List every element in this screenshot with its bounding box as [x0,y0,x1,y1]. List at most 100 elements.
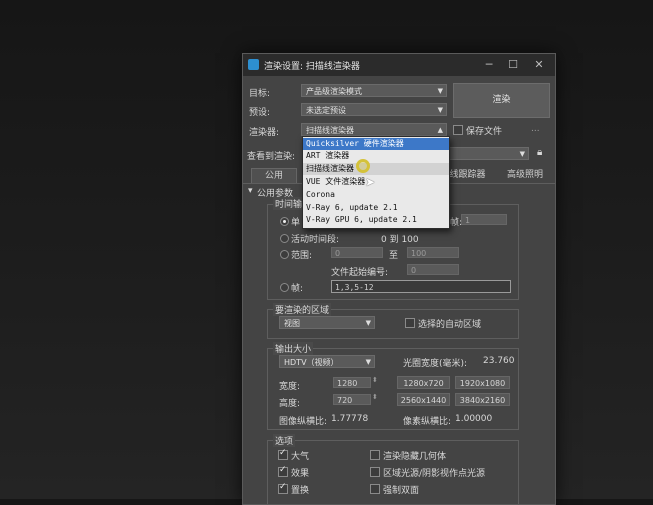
area-lights-label: 区域光源/阴影视作点光源 [383,469,486,479]
renderer-label: 渲染器: [249,128,280,138]
width-field[interactable]: 1280 [333,377,371,388]
preset-select[interactable]: 未选定预设 ▼ [301,103,447,116]
range-label: 范围: [291,251,313,261]
height-label: 高度: [279,399,301,409]
atmosphere-label: 大气 [291,452,310,462]
chevron-down-icon: ▼ [519,150,525,158]
app-icon [248,59,259,70]
maximize-button[interactable]: ☐ [505,57,521,73]
frames-label: 帧: [291,284,304,294]
save-file-checkbox[interactable] [453,125,463,135]
mouse-cursor-icon: ➤ [365,175,376,189]
renderer-option-vray[interactable]: V-Ray 6, update 2.1 [303,202,449,214]
range-to-value: 100 [411,249,427,258]
height-spinner-icon[interactable]: ⬍ [372,393,378,401]
aperture-label: 光圈宽度(毫米): [403,359,468,369]
range-to-label: 至 [389,251,399,261]
target-select[interactable]: 产品级渲染模式 ▼ [301,84,447,97]
height-value: 720 [337,396,353,405]
image-aspect-label: 图像纵横比: [279,417,328,427]
auto-region-label: 选择的自动区域 [418,320,482,330]
preset-size-button[interactable]: 3840x2160 [455,393,510,406]
width-spinner-icon[interactable]: ⬍ [372,376,378,384]
range-to-field[interactable]: 100 [407,247,459,258]
range-from-field[interactable]: 0 [331,247,383,258]
range-from-value: 0 [335,249,341,258]
effects-checkbox[interactable] [278,465,288,477]
force-two-sided-checkbox[interactable] [370,484,380,494]
range-radio[interactable] [280,250,289,259]
image-aspect-value: 1.77778 [331,414,369,424]
target-value: 产品级渲染模式 [306,87,362,96]
preset-value: 未选定预设 [306,106,346,115]
chevron-down-icon: ▼ [365,358,371,366]
active-segment-radio[interactable] [280,234,289,243]
atmosphere-checkbox[interactable] [278,448,288,460]
chevron-down-icon: ▼ [437,87,443,95]
file-start-field[interactable]: 0 [407,264,459,275]
file-start-label: 文件起始编号: [331,268,389,278]
save-file-label: 保存文件 [466,127,503,137]
view-to-render-select[interactable]: ▼ [449,147,529,160]
renderer-option-vray-gpu[interactable]: V-Ray GPU 6, update 2.1 [303,214,449,226]
renderer-option-corona[interactable]: Corona [303,189,449,201]
tab-common[interactable]: 公用 [251,168,297,184]
area-lights-checkbox[interactable] [370,467,380,477]
active-segment-label: 活动时间段: [291,235,340,245]
single-radio[interactable] [280,217,289,226]
output-preset-value: HDTV（视频） [284,358,339,367]
displacement-checkbox[interactable] [278,482,288,494]
frames-radio[interactable] [280,283,289,292]
preset-size-button[interactable]: 2560x1440 [397,393,450,406]
time-output-title: 时间输 [273,197,305,210]
view-to-render-label: 查看到渲染: [247,152,296,162]
chevron-down-icon: ▼ [365,319,371,327]
area-select[interactable]: 视图 ▼ [279,316,375,329]
file-start-value: 0 [411,266,417,275]
render-hidden-checkbox[interactable] [370,450,380,460]
renderer-option-quicksilver[interactable]: Quicksilver 硬件渲染器 [303,138,449,150]
frame-value: 1 [465,216,471,225]
window-title: 渲染设置: 扫描线渲染器 [264,62,360,72]
pixel-aspect-label: 像素纵横比: [403,417,452,427]
preset-size-button[interactable]: 1280x720 [397,376,450,389]
area-title: 要渲染的区域 [273,303,332,316]
single-label: 单 [291,218,301,228]
renderer-value: 扫描线渲染器 [306,126,354,135]
render-settings-window: 渲染设置: 扫描线渲染器 ─ ☐ ✕ 目标: 产品级渲染模式 ▼ 预设: 未选定预… [242,53,556,505]
frames-field[interactable]: 1,3,5-12 [331,280,511,293]
render-button[interactable]: 渲染 [453,83,550,118]
frames-value: 1,3,5-12 [335,283,374,292]
chevron-down-icon: ▼ [437,106,443,114]
output-size-title: 输出大小 [273,342,314,355]
preset-label: 预设: [249,108,271,118]
minimize-button[interactable]: ─ [481,57,497,73]
close-button[interactable]: ✕ [531,57,547,73]
height-field[interactable]: 720 [333,394,371,405]
preset-size-button[interactable]: 1920x1080 [455,376,510,389]
width-label: 宽度: [279,382,301,392]
displacement-label: 置换 [291,486,310,496]
frame-field[interactable]: 1 [461,214,507,225]
width-value: 1280 [337,379,358,388]
renderer-option-vue[interactable]: VUE 文件渲染器 [303,176,449,188]
auto-region-checkbox[interactable] [405,318,415,328]
tab-advanced-lighting[interactable]: 高级照明 [499,168,551,183]
renderer-select[interactable]: 扫描线渲染器 ▲ [301,123,447,136]
rollout-toggle-icon[interactable]: ▾ [248,186,253,196]
render-hidden-label: 渲染隐藏几何体 [383,452,447,462]
area-value: 视图 [284,319,300,328]
force-two-sided-label: 强制双面 [383,486,420,496]
effects-label: 效果 [291,469,310,479]
options-title: 选项 [273,434,296,447]
pixel-aspect-value: 1.00000 [455,414,493,424]
renderer-dropdown: Quicksilver 硬件渲染器 ART 渲染器 扫描线渲染器 VUE 文件渲… [302,136,450,229]
title-bar[interactable]: 渲染设置: 扫描线渲染器 ─ ☐ ✕ [243,54,555,76]
target-label: 目标: [249,89,271,99]
lock-icon[interactable]: 🔒︎ [537,147,542,158]
renderer-option-art[interactable]: ART 渲染器 [303,150,449,162]
more-button[interactable]: ... [531,124,540,134]
renderer-option-scanline[interactable]: 扫描线渲染器 [303,163,449,175]
active-range: 0 到 100 [381,235,419,245]
output-preset-select[interactable]: HDTV（视频） ▼ [279,355,375,368]
